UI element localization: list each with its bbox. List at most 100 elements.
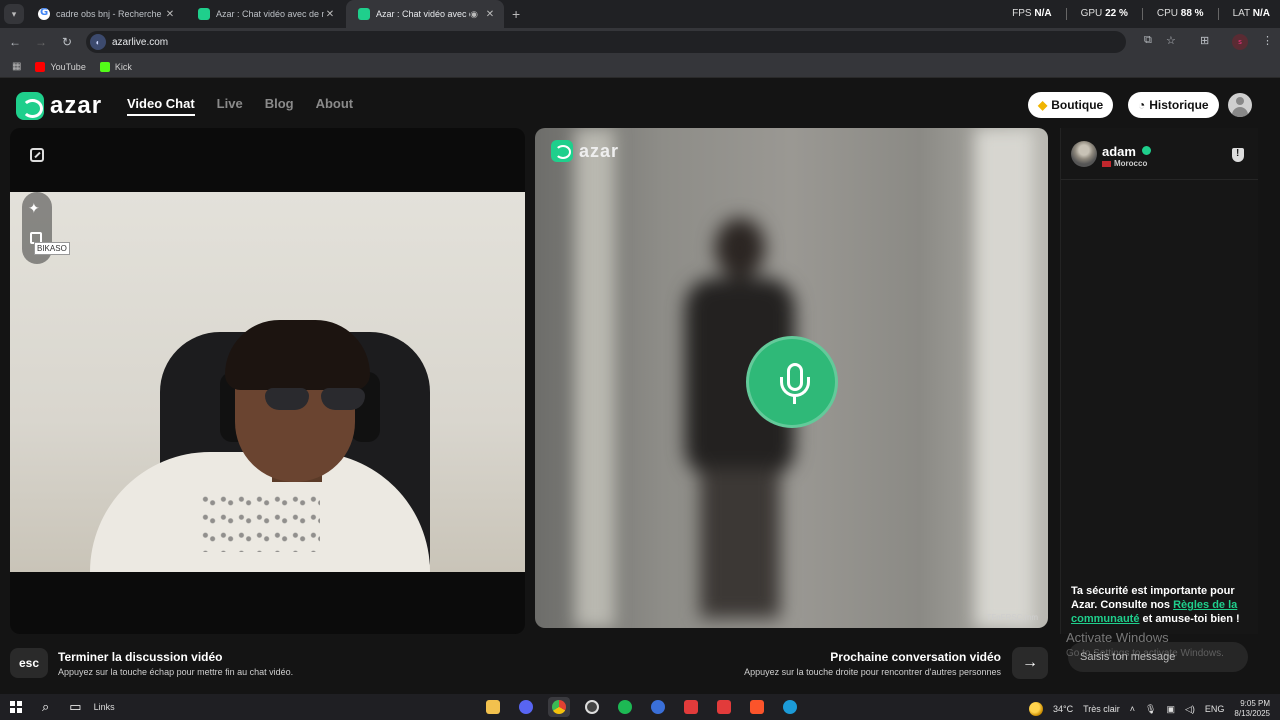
pinned-apps (482, 697, 801, 717)
end-call-subtitle: Appuyez sur la touche échap pour mettre … (58, 667, 294, 677)
azar-page: azar Video Chat Live Blog About ◆ Boutiq… (0, 80, 1280, 694)
network-icon[interactable]: ▣ (1166, 704, 1175, 715)
arrow-right-icon: → (1022, 654, 1038, 671)
history-label: Historique (1149, 98, 1209, 112)
verified-icon (1142, 146, 1151, 155)
reload-icon[interactable]: ↻ (56, 35, 78, 49)
site-info-icon[interactable]: ◐ (90, 34, 106, 50)
cast-icon[interactable]: ⧉ (1144, 34, 1152, 47)
close-icon[interactable]: ✕ (164, 9, 176, 20)
clock[interactable]: 9:05 PM 8/13/2025 (1234, 699, 1270, 719)
spotify-icon[interactable] (614, 697, 636, 717)
bookmark-youtube[interactable]: YouTube (35, 61, 86, 72)
volume-icon[interactable]: ◁) (1185, 704, 1195, 715)
chevron-up-icon[interactable]: ˄ (1130, 704, 1135, 714)
blurred-background (975, 128, 1035, 628)
apps-grid-icon[interactable]: ▦ (12, 61, 21, 72)
browser-tab-bar: ▾ cadre obs bnj - Recherche Goog ✕ Azar … (0, 0, 1280, 28)
tab-title: Azar : Chat vidéo avec de nouv (216, 9, 324, 19)
divider (1065, 8, 1067, 20)
task-view-icon[interactable]: ▭ (69, 699, 81, 715)
brand-name: azar (579, 140, 620, 161)
peer-name: adam (1102, 144, 1136, 159)
anydesk-2-icon[interactable] (713, 697, 735, 717)
partner-azar-logo: azar (551, 140, 619, 162)
back-arrow-icon[interactable]: ← (4, 35, 26, 49)
main-nav: Video Chat Live Blog About (127, 96, 353, 116)
nav-live[interactable]: Live (217, 96, 243, 116)
new-tab-button[interactable]: + (512, 6, 520, 22)
partner-video-panel: azar TFnFRSC.mm (535, 128, 1048, 628)
weather-icon[interactable] (1028, 702, 1043, 716)
windows-taskbar: ⌕ ▭ Links 34°C Très clair ˄ 🎙︎ ▣ ◁) ENG … (0, 694, 1280, 720)
safety-notice: Ta sécurité est importante pour Azar. Co… (1071, 585, 1240, 625)
discord-icon[interactable] (515, 697, 537, 717)
kick-icon (99, 61, 110, 72)
microphone-button[interactable] (746, 336, 838, 428)
url-text: azarlive.com (112, 36, 169, 48)
recording-icon[interactable]: ◉ (470, 9, 478, 20)
tab-title: cadre obs bnj - Recherche Goog (56, 9, 164, 19)
gpu-stat: GPU 22 % (1080, 8, 1128, 19)
weather-desc[interactable]: Très clair (1083, 704, 1120, 714)
nav-video-chat[interactable]: Video Chat (127, 96, 195, 116)
sparkle-effects-icon[interactable]: ✦ (28, 200, 40, 217)
close-icon[interactable]: ✕ (484, 9, 496, 20)
divider (1217, 8, 1219, 20)
youtube-icon (35, 61, 46, 72)
shop-label: Boutique (1051, 98, 1104, 112)
peer-header: adam Morocco (1061, 128, 1258, 180)
clock-icon: ◔ (1138, 98, 1146, 112)
blurred-background (575, 128, 615, 628)
bookmark-kick[interactable]: Kick (99, 61, 132, 72)
brave-icon[interactable] (746, 697, 768, 717)
peer-avatar[interactable] (1071, 141, 1097, 167)
file-explorer-icon[interactable] (482, 697, 504, 717)
minimize-screen-icon[interactable] (30, 148, 44, 162)
azar-logo-icon (551, 140, 573, 162)
chrome-icon[interactable] (548, 697, 570, 717)
menu-dots-icon[interactable]: ⋮ (1262, 34, 1273, 47)
azar-logo[interactable]: azar (16, 92, 102, 120)
browser-tab-1[interactable]: cadre obs bnj - Recherche Goog ✕ (26, 0, 184, 28)
search-icon[interactable]: ⌕ (42, 699, 49, 715)
weather-temp[interactable]: 34°C (1053, 704, 1073, 714)
gem-icon: ◆ (1038, 98, 1048, 112)
user-avatar-button[interactable] (1228, 93, 1252, 117)
tab-search-button[interactable]: ▾ (4, 4, 24, 24)
close-icon[interactable]: ✕ (324, 9, 336, 20)
edge-icon[interactable] (779, 697, 801, 717)
self-video-panel: ✦ BIKASO (10, 128, 525, 634)
history-button[interactable]: ◔ Historique (1128, 92, 1219, 118)
app-icon[interactable] (647, 697, 669, 717)
forward-arrow-icon[interactable]: → (30, 35, 52, 49)
next-call-button[interactable]: → (1012, 647, 1048, 679)
windows-start-icon[interactable] (10, 701, 22, 713)
bookmark-label: YouTube (50, 61, 86, 72)
google-icon (38, 7, 50, 20)
nav-about[interactable]: About (316, 96, 354, 116)
bookmark-star-icon[interactable]: ☆ (1166, 34, 1176, 47)
report-shield-icon[interactable] (1232, 148, 1244, 162)
anydesk-icon[interactable] (680, 697, 702, 717)
links-toolbar[interactable]: Links (94, 702, 115, 712)
next-call-subtitle: Appuyez sur la touche droite pour rencon… (744, 667, 1001, 677)
sunglasses (265, 388, 365, 410)
browser-tab-2[interactable]: Azar : Chat vidéo avec de nouv ✕ (186, 0, 344, 28)
profile-avatar[interactable]: s (1232, 34, 1248, 50)
browser-tab-3[interactable]: Azar : Chat vidéo avec de n ◉ ✕ (346, 0, 504, 28)
cpu-stat: CPU 88 % (1156, 8, 1204, 19)
tab-title: Azar : Chat vidéo avec de n (376, 9, 470, 19)
extensions-icon[interactable]: ⊞ (1200, 34, 1209, 47)
message-input[interactable] (1068, 642, 1248, 672)
language-indicator[interactable]: ENG (1205, 704, 1225, 714)
obs-icon[interactable] (581, 697, 603, 717)
url-bar[interactable]: ◐ azarlive.com (86, 31, 1126, 53)
esc-key-button[interactable]: esc (10, 648, 48, 678)
cursor-tooltip: BIKASO (34, 242, 70, 255)
azar-icon (358, 8, 370, 20)
nav-blog[interactable]: Blog (265, 96, 294, 116)
shop-button[interactable]: ◆ Boutique (1028, 92, 1114, 118)
fps-stat: FPS N/A (1012, 8, 1052, 19)
mic-tray-icon[interactable]: 🎙︎ (1145, 704, 1156, 715)
